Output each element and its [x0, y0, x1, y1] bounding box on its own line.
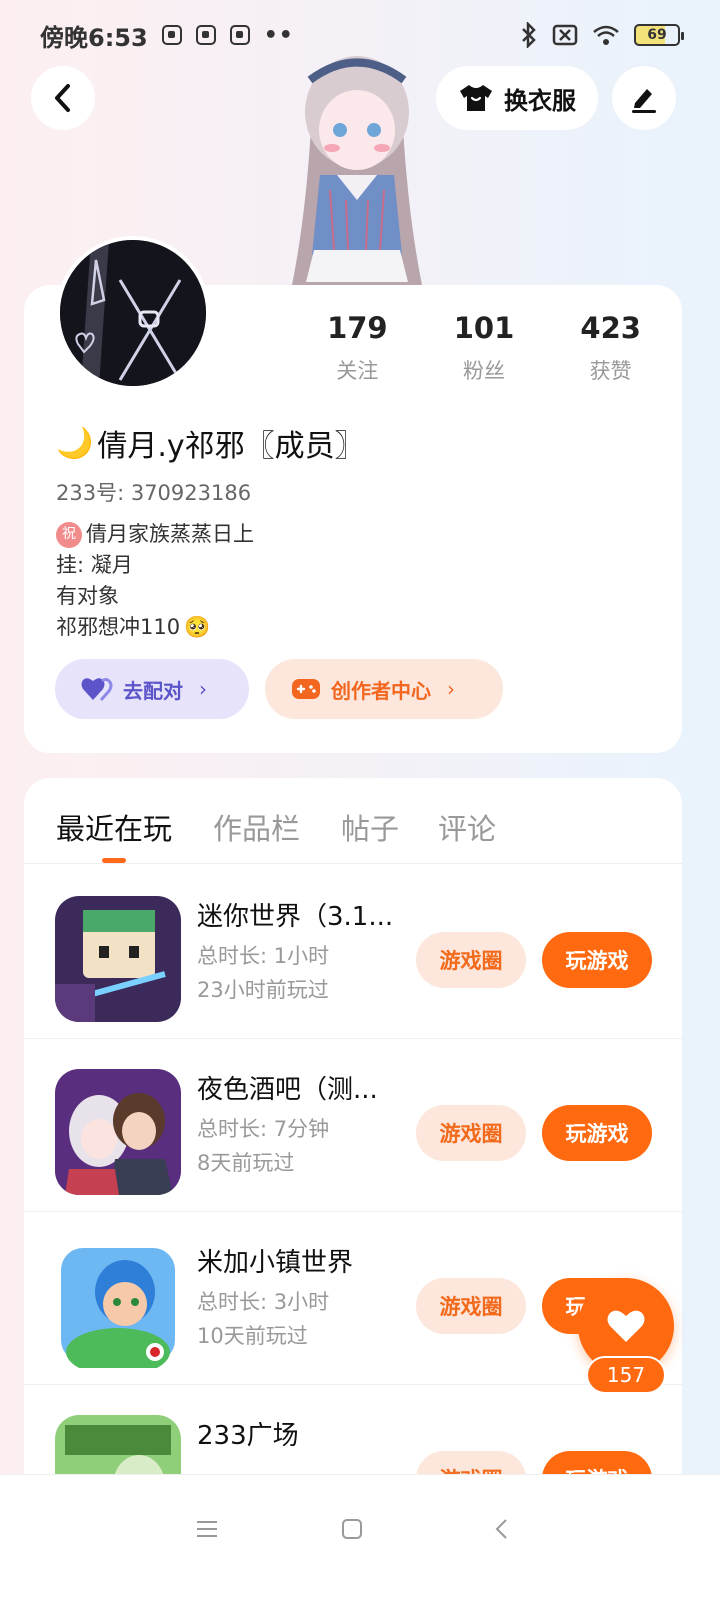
stat-followers[interactable]: 101 粉丝 [421, 311, 548, 385]
like-count-badge: 157 [586, 1356, 666, 1394]
active-tab-indicator [102, 858, 126, 863]
game-circle-button[interactable]: 游戏圈 [416, 1278, 526, 1334]
game-circle-button[interactable]: 游戏圈 [416, 932, 526, 988]
stat-label: 获赞 [589, 359, 632, 383]
notification-icon [161, 25, 182, 45]
bluetooth-icon [522, 22, 536, 48]
system-navigation-bar [0, 1474, 720, 1600]
game-icon [55, 896, 181, 1022]
bio-text: 挂: 凝月 [56, 553, 133, 577]
game-row[interactable]: 迷你世界（3.1... 总时长: 1小时 23小时前玩过 游戏圈 玩游戏 [24, 866, 682, 1039]
back-chevron-icon [495, 1519, 507, 1539]
chevron-right-icon: › [199, 677, 207, 701]
no-sim-icon [552, 24, 578, 46]
bio-line: 祁邪想冲110 🥺 [56, 612, 254, 643]
game-icon [61, 1248, 175, 1368]
stat-label: 粉丝 [463, 359, 505, 383]
notification-icon [195, 25, 216, 45]
tab-bar: 最近在玩 作品栏 帖子 评论 [24, 778, 682, 864]
edit-profile-button[interactable] [612, 66, 676, 130]
home-nav-button[interactable] [332, 1509, 372, 1549]
username-text: 倩月.y祁邪〖成员〗 [97, 429, 365, 464]
game-title: 米加小镇世界 [197, 1248, 354, 1278]
avatar-3d-figure[interactable] [282, 50, 432, 290]
username: 🌙 倩月.y祁邪〖成员〗 [56, 421, 365, 465]
stat-value: 423 [580, 311, 641, 345]
gamepad-icon [292, 679, 320, 699]
blessing-badge-icon: 祝 [56, 521, 82, 548]
game-last-played: 8天前玩过 [197, 1151, 295, 1175]
stat-value: 101 [453, 311, 515, 345]
play-game-button[interactable]: 玩游戏 [542, 932, 652, 988]
chevron-left-icon [55, 84, 70, 112]
creator-center-label: 创作者中心 [331, 678, 431, 703]
shirt-icon [460, 85, 492, 111]
bio-line: 祝 倩月家族蒸蒸日上 [56, 519, 254, 550]
game-icon [55, 1069, 181, 1195]
home-square-icon [342, 1519, 362, 1539]
bio-text: 倩月家族蒸蒸日上 [86, 522, 254, 546]
game-title: 夜色酒吧（测... [197, 1075, 378, 1105]
game-row[interactable]: 米加小镇世界 总时长: 3小时 10天前玩过 游戏圈 玩游戏 [24, 1212, 682, 1385]
pleading-emoji: 🥺 [184, 615, 211, 639]
game-playtime: 总时长: 7分钟 [197, 1117, 330, 1141]
battery-level: 69 [647, 27, 667, 43]
game-last-played: 23小时前玩过 [197, 978, 329, 1002]
stat-following[interactable]: 179 关注 [294, 311, 421, 385]
pencil-icon [632, 89, 656, 113]
menu-icon [197, 1521, 217, 1537]
stat-label: 关注 [336, 359, 379, 383]
game-playtime: 总时长: 3小时 [197, 1290, 330, 1314]
bio-line: 有对象 [56, 581, 254, 612]
stat-value: 179 [327, 311, 388, 345]
tab-works[interactable]: 作品栏 [213, 806, 300, 848]
account-id: 233号: 370923186 [56, 481, 252, 505]
game-row[interactable]: 夜色酒吧（测... 总时长: 7分钟 8天前玩过 游戏圈 玩游戏 [24, 1039, 682, 1212]
tab-posts[interactable]: 帖子 [341, 806, 399, 848]
game-circle-button[interactable]: 游戏圈 [416, 1105, 526, 1161]
pair-label: 去配对 [123, 678, 183, 703]
notification-icon [229, 25, 250, 45]
back-button[interactable] [31, 66, 95, 130]
chevron-right-icon: › [447, 677, 455, 701]
heart-pair-icon [81, 678, 113, 701]
menu-nav-button[interactable] [187, 1509, 227, 1549]
status-time: 傍晚6:53 [40, 23, 148, 52]
pair-button[interactable]: 去配对 › [55, 659, 249, 719]
game-title: 迷你世界（3.1... [197, 902, 394, 932]
creator-center-button[interactable]: 创作者中心 › [265, 659, 503, 719]
bio-text: 祁邪想冲110 [56, 615, 181, 639]
bio-line: 挂: 凝月 [56, 550, 254, 581]
avatar-image [60, 240, 206, 386]
more-notifications-indicator: •• [263, 22, 294, 48]
play-game-button[interactable]: 玩游戏 [542, 1105, 652, 1161]
game-last-played: 10天前玩过 [197, 1324, 308, 1348]
wifi-icon [593, 25, 619, 45]
change-clothes-label: 换衣服 [504, 86, 576, 115]
tab-recent-play[interactable]: 最近在玩 [56, 806, 172, 848]
profile-avatar[interactable] [56, 236, 210, 390]
stat-likes[interactable]: 423 获赞 [547, 311, 674, 385]
game-playtime: 总时长: 1小时 [197, 944, 330, 968]
bio: 祝 倩月家族蒸蒸日上 挂: 凝月 有对象 祁邪想冲110 🥺 [56, 519, 254, 643]
tab-comments[interactable]: 评论 [438, 806, 496, 848]
change-clothes-button[interactable]: 换衣服 [436, 66, 598, 130]
back-nav-button[interactable] [481, 1509, 521, 1549]
battery-icon: 69 [634, 24, 684, 46]
games-card: 最近在玩 作品栏 帖子 评论 迷你世界（3.1... 总时长: 1小时 23小时… [24, 778, 682, 1538]
game-title: 233广场 [197, 1421, 299, 1451]
bio-text: 有对象 [56, 584, 119, 608]
heart-icon [607, 1310, 645, 1342]
profile-stats: 179 关注 101 粉丝 423 获赞 [294, 311, 674, 385]
moon-emoji: 🌙 [56, 425, 94, 461]
